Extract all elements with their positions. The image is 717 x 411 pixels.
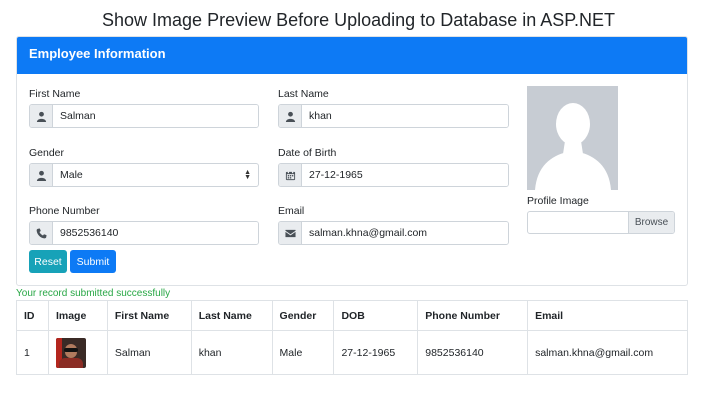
dob-input[interactable]	[302, 164, 508, 186]
cell-dob: 27-12-1965	[333, 330, 419, 375]
phone-label: Phone Number	[29, 205, 100, 217]
cell-email: salman.khna@gmail.com	[527, 330, 688, 375]
file-name-display	[528, 212, 628, 233]
email-group	[278, 221, 509, 245]
phone-icon	[30, 222, 53, 244]
dob-label: Date of Birth	[278, 147, 337, 159]
card-header: Employee Information	[17, 37, 687, 74]
employee-table: ID Image First Name Last Name Gender DOB…	[16, 300, 688, 375]
cell-gender: Male	[271, 330, 335, 375]
status-message: Your record submitted successfully	[16, 288, 171, 299]
select-arrows-icon: ▲ ▼	[244, 169, 251, 181]
cell-phone: 9852536140	[417, 330, 529, 375]
calendar-icon	[279, 164, 302, 186]
gender-label: Gender	[29, 147, 65, 159]
dob-group	[278, 163, 509, 187]
first-name-input[interactable]	[53, 105, 258, 127]
profile-image-file-input[interactable]: Browse	[527, 211, 675, 234]
employee-photo-thumbnail	[55, 337, 86, 368]
column-header-dob: DOB	[333, 300, 419, 331]
phone-group	[29, 221, 259, 245]
first-name-label: First Name	[29, 88, 81, 100]
avatar-placeholder-icon	[527, 86, 618, 190]
first-name-group	[29, 104, 259, 128]
column-header-last-name: Last Name	[190, 300, 273, 331]
last-name-group	[278, 104, 509, 128]
column-header-image: Image	[47, 300, 108, 331]
table-row: 1 Salman khan Male 27-12-1965 9852536140…	[16, 330, 688, 375]
column-header-phone: Phone Number	[417, 300, 529, 331]
last-name-input[interactable]	[302, 105, 508, 127]
reset-button[interactable]: Reset	[29, 250, 67, 273]
page-title: Show Image Preview Before Uploading to D…	[102, 10, 615, 30]
envelope-icon	[279, 222, 302, 244]
email-input[interactable]	[302, 222, 508, 244]
profile-image-label: Profile Image	[527, 195, 589, 207]
profile-image-preview	[527, 86, 618, 190]
phone-input[interactable]	[53, 222, 258, 244]
email-label: Email	[278, 205, 305, 217]
column-header-email: Email	[527, 300, 688, 331]
cell-id: 1	[16, 330, 49, 375]
browse-button[interactable]: Browse	[628, 212, 674, 233]
user-icon	[279, 105, 302, 127]
column-header-id: ID	[16, 300, 49, 331]
cell-last-name: khan	[190, 330, 273, 375]
gender-selected-value: Male	[60, 169, 83, 181]
cell-first-name: Salman	[106, 330, 192, 375]
submit-button[interactable]: Submit	[70, 250, 116, 273]
last-name-label: Last Name	[278, 88, 329, 100]
gender-group: Male ▲ ▼	[29, 163, 259, 187]
gender-select[interactable]: Male ▲ ▼	[53, 164, 258, 186]
column-header-first-name: First Name	[106, 300, 192, 331]
user-icon	[30, 164, 53, 186]
column-header-gender: Gender	[271, 300, 335, 331]
table-header-row: ID Image First Name Last Name Gender DOB…	[16, 300, 688, 331]
user-icon	[30, 105, 53, 127]
cell-image	[47, 330, 108, 375]
